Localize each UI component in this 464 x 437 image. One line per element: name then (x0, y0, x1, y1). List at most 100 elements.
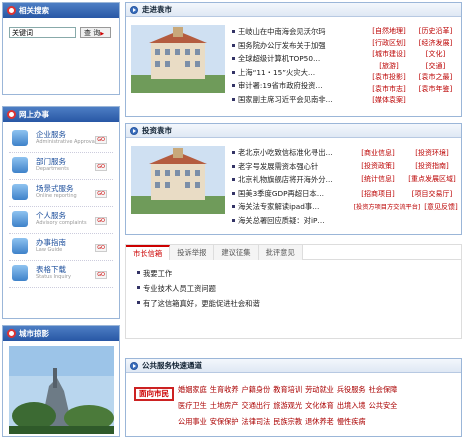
service-link[interactable]: 生育收养 (210, 382, 239, 398)
news-item[interactable]: 老北京小吃致信标准化寻出… (231, 146, 359, 160)
play-icon (130, 6, 138, 14)
section-photo[interactable] (131, 25, 225, 93)
tag-link[interactable]: [投资指南] (404, 161, 460, 174)
service-link[interactable]: 土地房产 (210, 398, 239, 414)
service-link[interactable]: 教育培训 (273, 382, 302, 398)
tab-suggestions[interactable]: 建议征集 (214, 245, 259, 260)
tag-link[interactable]: [统计信息] (352, 174, 404, 189)
tag-link[interactable]: [意见反馈] (422, 202, 460, 215)
service-link[interactable]: 公用事业 (178, 414, 207, 430)
go-button[interactable]: GO (95, 190, 107, 198)
tag-link[interactable]: [历史沿革] (412, 26, 459, 38)
section-photo[interactable] (131, 146, 225, 214)
news-title: 老字号发展需资本强心针 (238, 161, 319, 171)
go-button[interactable]: GO (95, 136, 107, 144)
service-link[interactable]: 交通出行 (242, 398, 271, 414)
section-title: 公共服务快速通道 (142, 361, 202, 370)
service-link[interactable]: 民族宗教 (273, 414, 302, 430)
mailbox-list: 我要工作 专业技术人员工资问题 有了这信箱真好，更能促进社会和谐 (126, 260, 461, 311)
tag-link[interactable]: [行政区划] (366, 38, 412, 50)
service-scenario[interactable]: 场景式服务 Online reporting GO (9, 180, 113, 207)
tag-link[interactable]: [袁市年鉴] (412, 84, 459, 96)
services-list: 企业服务 Administrative Approval GO 部门服务 Depart… (3, 122, 119, 288)
tab-complaints[interactable]: 投诉举报 (170, 245, 215, 260)
service-link[interactable]: 劳动就业 (305, 382, 334, 398)
citizen-badge: 面向市民 (134, 387, 174, 401)
service-link[interactable]: 慢性疾病 (337, 414, 366, 430)
news-item[interactable]: 王岐山在中南海会见沃尔玛 (231, 25, 359, 39)
news-item[interactable]: 审计署:19省市政府投资… (231, 79, 359, 93)
tag-link[interactable]: [投资政策] (352, 161, 404, 174)
tag-link[interactable]: [重点发展区域] (404, 174, 460, 189)
service-personal[interactable]: 个人服务 Advisory complaints GO (9, 207, 113, 234)
service-link[interactable]: 婚姻家庭 (178, 382, 207, 398)
tag-link[interactable]: [交通] (412, 61, 459, 73)
search-input[interactable] (9, 27, 76, 38)
tag-link[interactable]: [旅游] (366, 61, 412, 73)
tab-bar: 市长信箱 投诉举报 建议征集 批评意见 (126, 245, 461, 260)
service-link[interactable]: 法律司法 (242, 414, 271, 430)
tab-mayor-mailbox[interactable]: 市长信箱 (126, 245, 171, 260)
service-link[interactable]: 兵役服务 (337, 382, 366, 398)
service-link[interactable]: 安保保护 (210, 414, 239, 430)
go-button[interactable]: GO (95, 271, 107, 279)
news-item[interactable]: 海关法专家解读ipad事… (231, 200, 359, 214)
search-button[interactable]: 查 询▶ (80, 27, 111, 38)
service-sub: Online reporting (36, 193, 77, 199)
service-sub: Advisory complaints (36, 220, 87, 226)
mailbox-item[interactable]: 我要工作 (136, 266, 461, 281)
section-header: 公共服务快速通道 (126, 359, 461, 373)
news-item[interactable]: 北京礼物旗舰店将开海外分… (231, 173, 359, 187)
mailbox-item[interactable]: 专业技术人员工资问题 (136, 281, 461, 296)
service-guide[interactable]: 办事指南 Law Guide GO (9, 234, 113, 261)
tag-link[interactable]: [城市建设] (366, 49, 412, 61)
tag-link[interactable]: [投资环境] (404, 148, 460, 161)
search-panel-header: 相关搜索 (3, 3, 119, 18)
news-item[interactable]: 上海“11・15”火灾大… (231, 66, 359, 80)
go-button[interactable]: GO (95, 244, 107, 252)
news-item[interactable]: 国家副主席习近平会见南非… (231, 93, 359, 107)
tag-link[interactable]: [经济发展] (412, 38, 459, 50)
service-download[interactable]: 表格下载 Status Inquiry GO (9, 261, 113, 288)
download-icon (12, 265, 28, 281)
service-enterprise[interactable]: 企业服务 Administrative Approval GO (9, 126, 113, 153)
public-services-panel: 公共服务快速通道 面向市民 婚姻家庭 生育收养 户籍身份 教育培训 劳动就业 兵役服务 社会… (125, 358, 462, 437)
tag-link[interactable]: [袁市之最] (412, 72, 459, 84)
tag-link[interactable]: [项目交易厅] (404, 189, 460, 202)
news-item[interactable]: 老字号发展需资本强心针 (231, 160, 359, 174)
service-link[interactable]: 退休养老 (305, 414, 334, 430)
news-title: 国务院办公厅发布关于加强 (238, 40, 326, 50)
service-link[interactable]: 文化体育 (305, 398, 334, 414)
go-button[interactable]: GO (95, 163, 107, 171)
tag-link[interactable]: [投资方项目方交流平台] (352, 202, 422, 215)
mailbox-item[interactable]: 有了这信箱真好，更能促进社会和谐 (136, 296, 461, 311)
service-link[interactable]: 社会保障 (369, 382, 398, 398)
mailbox-title: 我要工作 (143, 269, 173, 278)
service-link[interactable]: 户籍身份 (242, 382, 271, 398)
news-item[interactable]: 国务院办公厅发布关于加强 (231, 39, 359, 53)
tag-link[interactable]: [媒体袁案] (366, 95, 412, 107)
news-item[interactable]: 国美3季度GDP再超日本… (231, 187, 359, 201)
city-photo[interactable] (9, 346, 114, 434)
service-link[interactable]: 医疗卫生 (178, 398, 207, 414)
service-link[interactable]: 公共安全 (369, 398, 398, 414)
service-department[interactable]: 部门服务 Departments GO (9, 153, 113, 180)
online-panel-title: 网上办事 (19, 110, 49, 119)
tag-link[interactable]: [商业信息] (352, 148, 404, 161)
tag-link[interactable]: [自然地理] (366, 26, 412, 38)
service-link[interactable]: 出境入境 (337, 398, 366, 414)
news-title: 全球超级计算机TOP50… (238, 54, 321, 64)
tag-link[interactable]: [袁市投影] (366, 72, 412, 84)
news-item[interactable]: 海关总署回应质疑：对iP… (231, 214, 359, 228)
section-header: 投资袁市 (126, 124, 461, 138)
service-link[interactable]: 旅游观光 (273, 398, 302, 414)
tag-link[interactable]: [文化] (412, 49, 459, 61)
service-links: 婚姻家庭 生育收养 户籍身份 教育培训 劳动就业 兵役服务 社会保障 医疗卫生 土地房产 交通出… (178, 382, 461, 430)
online-services-panel: 网上办事 企业服务 Administrative Approval GO 部门服务 D… (2, 106, 120, 319)
go-button[interactable]: GO (95, 217, 107, 225)
mailbox-panel: 市长信箱 投诉举报 建议征集 批评意见 我要工作 专业技术人员工资问题 有了这信… (125, 244, 462, 339)
news-item[interactable]: 全球超级计算机TOP50… (231, 52, 359, 66)
tag-link[interactable]: [袁市市志] (366, 84, 412, 96)
tag-link[interactable]: [招商项目] (352, 189, 404, 202)
tab-criticism[interactable]: 批评意见 (258, 245, 303, 260)
